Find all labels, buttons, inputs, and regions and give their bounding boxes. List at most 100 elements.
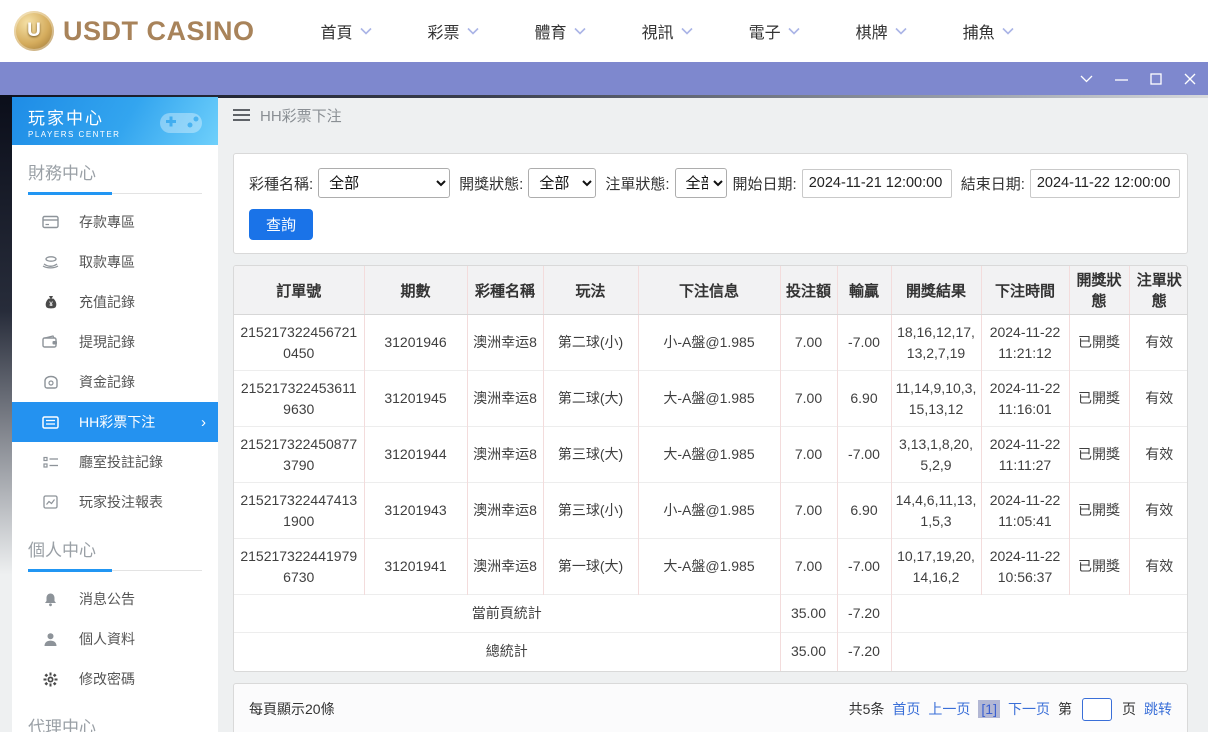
cell-bet-info: 大-A盤@1.985 — [637, 370, 780, 427]
sidebar-item-hall-bet-record[interactable]: 廳室投註記錄 — [12, 442, 218, 482]
jump-suffix: 页 — [1122, 701, 1136, 717]
cell-amount: 7.00 — [779, 426, 837, 483]
current-page[interactable]: [1] — [978, 700, 1000, 718]
cell-order-no: 2152173224419796730 — [234, 538, 364, 595]
sidebar-item-player-bet-report[interactable]: 玩家投注報表 — [12, 482, 218, 522]
jump-link[interactable]: 跳转 — [1144, 699, 1172, 719]
gamepad-icon — [160, 113, 202, 133]
sidebar-item-withdrawal-record[interactable]: 提現記錄 — [12, 322, 218, 362]
first-page-link[interactable]: 首页 — [892, 699, 920, 719]
sidebar-item-hh-lottery-bets[interactable]: HH彩票下注 › — [12, 402, 218, 442]
window-title-bar — [0, 62, 1208, 95]
lottery-name-label: 彩種名稱: — [249, 175, 314, 193]
chevron-down-icon — [573, 27, 586, 35]
window-controls — [1080, 62, 1196, 95]
summary-empty — [890, 594, 1187, 633]
start-date-input[interactable] — [801, 168, 952, 198]
section-title-personal: 個人中心 — [28, 536, 202, 572]
money-bag-icon: ¥ — [42, 294, 59, 311]
table-row: 2152173224419796730 31201941 澳洲幸运8 第一球(大… — [234, 538, 1187, 595]
sidebar-item-fund-record[interactable]: 資金記錄 — [12, 362, 218, 402]
cell-amount: 7.00 — [779, 314, 837, 371]
close-icon[interactable] — [1184, 73, 1196, 85]
header-period: 期數 — [363, 266, 467, 315]
nav-item-video[interactable]: 視訊 — [642, 19, 693, 43]
cell-time: 2024-11-22 11:21:12 — [980, 314, 1069, 371]
section-underline — [28, 569, 112, 572]
cell-bet-info: 大-A盤@1.985 — [637, 426, 780, 483]
logo-text: USDT CASINO — [63, 15, 255, 46]
page-jump-input[interactable] — [1082, 697, 1112, 721]
hand-money-icon — [42, 254, 59, 271]
cell-lottery: 澳洲幸运8 — [466, 538, 543, 595]
summary-row-current-page: 當前頁統計 35.00 -7.20 — [234, 594, 1187, 633]
cell-result: 10,17,19,20,14,16,2 — [890, 538, 981, 595]
sidebar-item-withdraw[interactable]: 取款專區 — [12, 242, 218, 282]
cell-period: 31201945 — [363, 370, 467, 427]
header-play: 玩法 — [542, 266, 638, 315]
bets-table: 訂單號 期數 彩種名稱 玩法 下注信息 投注額 輸贏 開獎結果 下注時間 開獎狀… — [234, 266, 1187, 671]
sidebar-header: 玩家中心 PLAYERS CENTER — [12, 97, 218, 145]
per-page-label: 每頁顯示20條 — [249, 701, 335, 717]
nav-item-electronic[interactable]: 電子 — [749, 19, 800, 43]
end-date-label: 結束日期: — [960, 175, 1025, 193]
sidebar-item-messages[interactable]: 消息公告 — [12, 579, 218, 619]
cell-amount: 7.00 — [779, 538, 837, 595]
prev-page-link[interactable]: 上一页 — [928, 699, 970, 719]
summary-label: 總統計 — [234, 632, 780, 671]
cell-bet-info: 小-A盤@1.985 — [637, 314, 780, 371]
cell-lottery: 澳洲幸运8 — [466, 426, 543, 483]
sidebar-item-deposit[interactable]: 存款專區 — [12, 202, 218, 242]
cell-order-no: 2152173224536119630 — [234, 370, 364, 427]
pager: 共5条 首页 上一页 [1] 下一页 第 页 跳转 — [849, 697, 1172, 721]
cell-play: 第三球(大) — [542, 426, 638, 483]
sidebar-item-recharge-record[interactable]: ¥ 充值記錄 — [12, 282, 218, 322]
left-shadow-strip — [0, 95, 12, 575]
cell-time: 2024-11-22 11:11:27 — [980, 426, 1069, 483]
svg-text:¥: ¥ — [49, 301, 53, 308]
header-lottery-name: 彩種名稱 — [466, 266, 543, 315]
cell-play: 第二球(小) — [542, 314, 638, 371]
search-button[interactable]: 查詢 — [249, 209, 314, 240]
cell-winloss: -7.00 — [836, 314, 891, 371]
record-list-icon — [42, 454, 59, 471]
nav-item-sports[interactable]: 體育 — [535, 19, 586, 43]
nav-item-fishing[interactable]: 捕魚 — [963, 19, 1014, 43]
ticket-list-icon — [42, 414, 59, 431]
minimize-icon[interactable] — [1115, 74, 1128, 84]
main-nav: 首頁 彩票 體育 視訊 電子 棋牌 捕魚 — [321, 19, 1014, 43]
nav-item-lottery[interactable]: 彩票 — [428, 19, 479, 43]
cell-lottery: 澳洲幸运8 — [466, 370, 543, 427]
table-row: 2152173224508773790 31201944 澳洲幸运8 第三球(大… — [234, 426, 1187, 483]
end-date-input[interactable] — [1029, 168, 1180, 198]
menu-toggle-icon[interactable] — [233, 109, 250, 121]
collapse-icon[interactable] — [1080, 75, 1093, 83]
next-page-link[interactable]: 下一页 — [1008, 699, 1050, 719]
table-row: 2152173224474131900 31201943 澳洲幸运8 第三球(小… — [234, 482, 1187, 539]
sidebar-item-change-password[interactable]: 修改密碼 — [12, 659, 218, 699]
summary-label: 當前頁統計 — [234, 594, 780, 633]
chevron-down-icon — [466, 27, 479, 35]
header-order-status: 注單狀態 — [1128, 266, 1187, 315]
draw-status-select[interactable]: 全部 — [528, 168, 597, 198]
sidebar-item-profile[interactable]: 個人資料 — [12, 619, 218, 659]
cell-play: 第三球(小) — [542, 482, 638, 539]
maximize-icon[interactable] — [1150, 72, 1162, 85]
cell-order-no: 2152173224567210450 — [234, 314, 364, 371]
lottery-name-select[interactable]: 全部 — [318, 168, 451, 198]
bank-card-icon — [42, 214, 59, 231]
top-navbar: U USDT CASINO 首頁 彩票 體育 視訊 電子 棋牌 捕魚 — [0, 0, 1208, 62]
cell-period: 31201944 — [363, 426, 467, 483]
cell-period: 31201941 — [363, 538, 467, 595]
cell-order-no: 2152173224474131900 — [234, 482, 364, 539]
header-amount: 投注額 — [779, 266, 837, 315]
summary-amount: 35.00 — [779, 594, 837, 633]
table-row: 2152173224567210450 31201946 澳洲幸运8 第二球(小… — [234, 314, 1187, 371]
site-logo[interactable]: U USDT CASINO — [14, 11, 255, 51]
header-bet-time: 下注時間 — [980, 266, 1069, 315]
nav-item-home[interactable]: 首頁 — [321, 19, 372, 43]
nav-item-chess[interactable]: 棋牌 — [856, 19, 907, 43]
cell-amount: 7.00 — [779, 370, 837, 427]
cell-play: 第一球(大) — [542, 538, 638, 595]
order-status-select[interactable]: 全部 — [674, 168, 727, 198]
